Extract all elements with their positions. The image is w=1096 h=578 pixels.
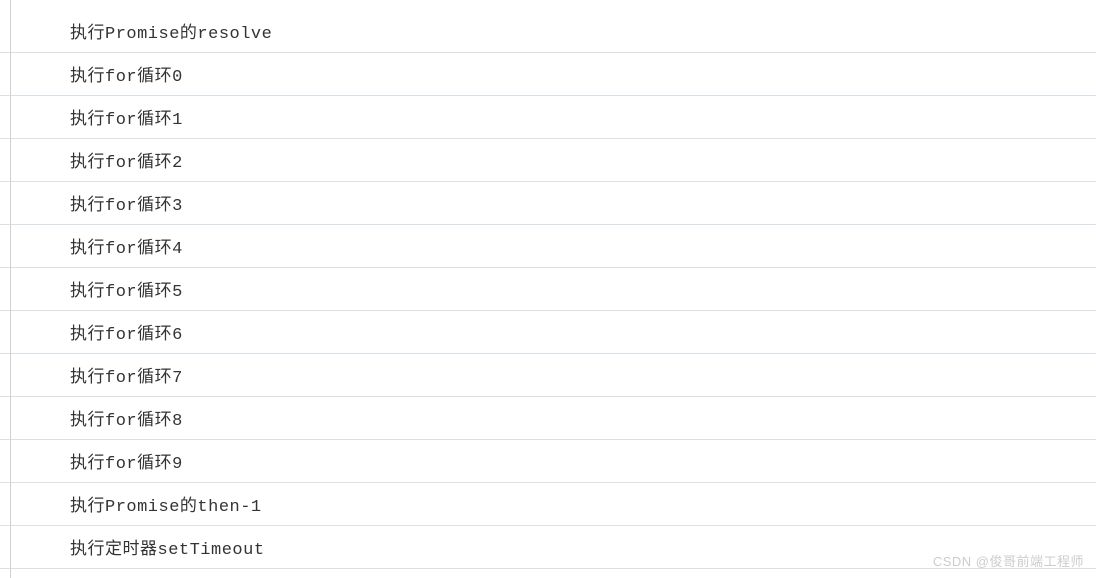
console-line: 执行定时器setTimeout: [0, 526, 1096, 569]
console-line: 执行Promise的resolve: [0, 10, 1096, 53]
console-line: 执行for循环7: [0, 354, 1096, 397]
console-line: 执行for循环4: [0, 225, 1096, 268]
left-border-line: [10, 0, 11, 578]
console-line: 执行for循环2: [0, 139, 1096, 182]
console-line: 执行for循环9: [0, 440, 1096, 483]
console-line: 执行for循环0: [0, 53, 1096, 96]
watermark-text: CSDN @俊哥前端工程师: [933, 551, 1084, 570]
console-line: 执行for循环3: [0, 182, 1096, 225]
console-line: 执行for循环6: [0, 311, 1096, 354]
console-line: 执行for循环8: [0, 397, 1096, 440]
console-line: 执行for循环5: [0, 268, 1096, 311]
console-line: 执行for循环1: [0, 96, 1096, 139]
console-line: 执行Promise的then-1: [0, 483, 1096, 526]
console-output: 执行Promise的resolve 执行for循环0 执行for循环1 执行fo…: [0, 0, 1096, 569]
